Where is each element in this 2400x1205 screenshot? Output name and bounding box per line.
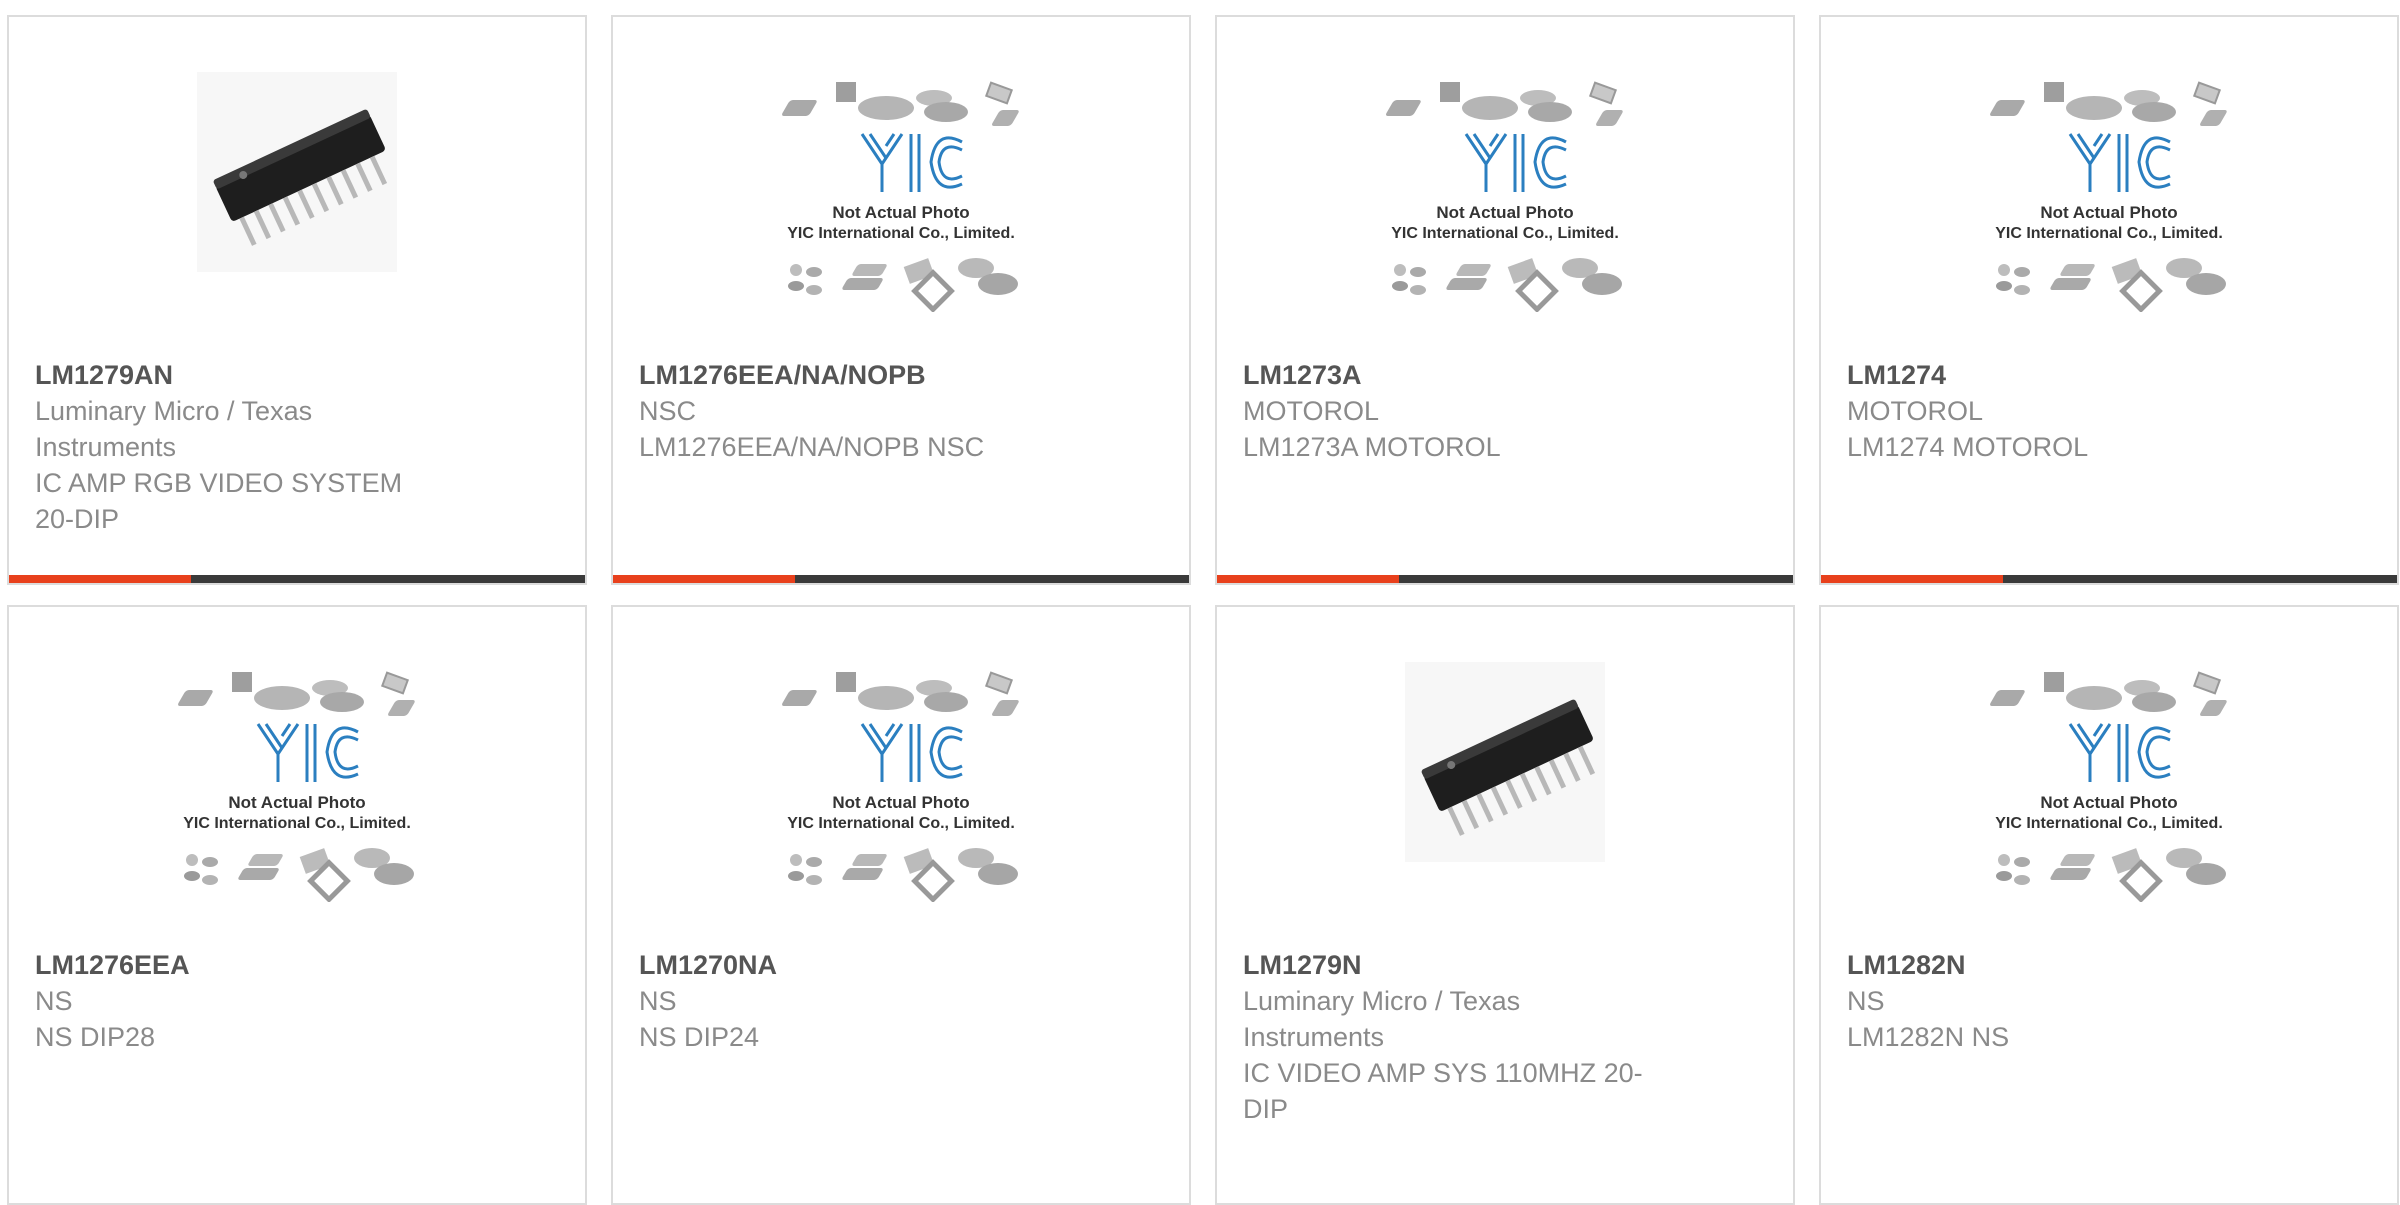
not-actual-photo-placeholder: Not Actual Photo YIC International Co., …: [9, 662, 585, 902]
part-number[interactable]: LM1276EEA: [35, 947, 455, 983]
card-underline: [1217, 575, 1793, 583]
description: IC VIDEO AMP SYS 110MHZ 20-: [1243, 1058, 1643, 1088]
description-cont: 20-DIP: [35, 504, 120, 534]
product-card[interactable]: Not Actual Photo YIC International Co., …: [1819, 15, 2399, 585]
description: LM1282N NS: [1847, 1022, 2010, 1052]
manufacturer: NSC: [639, 396, 697, 426]
card-underline: [9, 575, 585, 583]
not-actual-photo-placeholder: Not Actual Photo YIC International Co., …: [1821, 72, 2397, 312]
svg-text:YIC International Co., Limited: YIC International Co., Limited.: [1995, 815, 2223, 832]
product-card[interactable]: Not Actual Photo YIC International Co., …: [1215, 15, 1795, 585]
description: IC AMP RGB VIDEO SYSTEM: [35, 468, 403, 498]
svg-text:YIC International Co., Limited: YIC International Co., Limited.: [1391, 225, 1619, 242]
manufacturer: NS: [35, 986, 73, 1016]
not-actual-photo-placeholder: Not Actual Photo YIC International Co., …: [613, 662, 1189, 902]
product-image[interactable]: [1217, 662, 1793, 902]
not-actual-photo-placeholder: Not Actual Photo YIC International Co., …: [1821, 662, 2397, 902]
product-image[interactable]: Not Actual Photo YIC International Co., …: [613, 72, 1189, 312]
svg-text:YIC International Co., Limited: YIC International Co., Limited.: [183, 815, 411, 832]
product-image[interactable]: Not Actual Photo YIC International Co., …: [613, 662, 1189, 902]
accent-bar: [613, 575, 795, 583]
part-number[interactable]: LM1279AN: [35, 357, 455, 393]
description: LM1273A MOTOROL: [1243, 432, 1501, 462]
manufacturer-cont: Instruments: [35, 432, 177, 462]
description: LM1276EEA/NA/NOPB NSC: [639, 432, 985, 462]
not-actual-photo-placeholder: Not Actual Photo YIC International Co., …: [1217, 72, 1793, 312]
card-underline: [1821, 575, 2397, 583]
product-image[interactable]: Not Actual Photo YIC International Co., …: [1217, 72, 1793, 312]
product-grid: LM1279AN Luminary Micro / Texas Instrume…: [0, 0, 2400, 1205]
product-card[interactable]: LM1279N Luminary Micro / Texas Instrumen…: [1215, 605, 1795, 1205]
manufacturer: NS: [639, 986, 677, 1016]
description-cont: DIP: [1243, 1094, 1289, 1124]
part-number[interactable]: LM1270NA: [639, 947, 1059, 983]
svg-text:Not Actual Photo: Not Actual Photo: [228, 793, 365, 812]
description: LM1274 MOTOROL: [1847, 432, 2089, 462]
not-actual-photo-placeholder: Not Actual Photo YIC International Co., …: [613, 72, 1189, 312]
part-number[interactable]: LM1279N: [1243, 947, 1663, 983]
svg-text:Not Actual Photo: Not Actual Photo: [832, 203, 969, 222]
product-card[interactable]: Not Actual Photo YIC International Co., …: [7, 605, 587, 1205]
description: NS DIP28: [35, 1022, 156, 1052]
dip-chip-photo: [9, 72, 585, 272]
accent-bar: [1821, 575, 2003, 583]
manufacturer: MOTOROL: [1847, 396, 1984, 426]
manufacturer: Luminary Micro / Texas: [35, 396, 313, 426]
manufacturer: NS: [1847, 986, 1885, 1016]
product-card[interactable]: Not Actual Photo YIC International Co., …: [1819, 605, 2399, 1205]
svg-text:YIC International Co., Limited: YIC International Co., Limited.: [787, 225, 1015, 242]
part-number[interactable]: LM1276EEA/NA/NOPB: [639, 357, 1059, 393]
product-card[interactable]: Not Actual Photo YIC International Co., …: [611, 15, 1191, 585]
product-card[interactable]: LM1279AN Luminary Micro / Texas Instrume…: [7, 15, 587, 585]
accent-bar: [1217, 575, 1399, 583]
manufacturer: MOTOROL: [1243, 396, 1380, 426]
manufacturer-cont: Instruments: [1243, 1022, 1385, 1052]
product-image[interactable]: Not Actual Photo YIC International Co., …: [9, 662, 585, 902]
product-image[interactable]: Not Actual Photo YIC International Co., …: [1821, 72, 2397, 312]
manufacturer: Luminary Micro / Texas: [1243, 986, 1521, 1016]
svg-text:Not Actual Photo: Not Actual Photo: [1436, 203, 1573, 222]
svg-text:Not Actual Photo: Not Actual Photo: [2040, 793, 2177, 812]
svg-text:Not Actual Photo: Not Actual Photo: [832, 793, 969, 812]
svg-text:YIC International Co., Limited: YIC International Co., Limited.: [787, 815, 1015, 832]
part-number[interactable]: LM1282N: [1847, 947, 2267, 983]
product-image[interactable]: [9, 72, 585, 312]
part-number[interactable]: LM1274: [1847, 357, 2267, 393]
product-card[interactable]: Not Actual Photo YIC International Co., …: [611, 605, 1191, 1205]
svg-text:YIC International Co., Limited: YIC International Co., Limited.: [1995, 225, 2223, 242]
part-number[interactable]: LM1273A: [1243, 357, 1663, 393]
product-image[interactable]: Not Actual Photo YIC International Co., …: [1821, 662, 2397, 902]
accent-bar: [9, 575, 191, 583]
dip-chip-photo: [1217, 662, 1793, 862]
card-underline: [613, 575, 1189, 583]
svg-text:Not Actual Photo: Not Actual Photo: [2040, 203, 2177, 222]
description: NS DIP24: [639, 1022, 760, 1052]
